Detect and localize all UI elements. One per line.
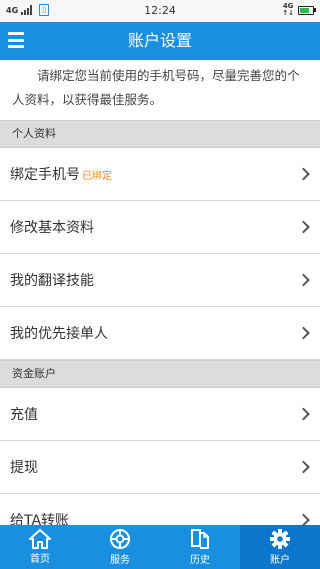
tab-history[interactable]: 历史 [160,525,240,569]
tab-label: 首页 [30,554,50,565]
tab-label: 历史 [190,555,210,566]
section-header-funds: 资金账户 [0,360,320,388]
section-header-personal: 个人资料 [0,120,320,148]
tab-home[interactable]: 首页 [0,525,80,569]
network-type-right: 4G ↑↓ [282,2,294,17]
status-right: 4G ↑↓ [282,2,316,17]
row-label: 修改基本资料 [10,220,94,236]
row-label: 我的翻译技能 [10,273,94,289]
row-recharge[interactable]: 充值 [0,388,320,441]
status-badge: 已绑定 [82,170,112,182]
chevron-right-icon [297,273,310,287]
service-icon [110,529,130,549]
chevron-right-icon [297,326,310,340]
row-edit-profile[interactable]: 修改基本资料 [0,201,320,254]
row-translation-skills[interactable]: 我的翻译技能 [0,254,320,307]
chevron-right-icon [297,220,310,234]
home-icon [29,529,51,549]
status-bar: 4G ▯ 12:24 4G ↑↓ [0,0,320,22]
tab-service[interactable]: 服务 [80,525,160,569]
chevron-right-icon [297,460,310,474]
status-time: 12:24 [144,4,176,17]
row-label: 绑定手机号 [10,167,80,183]
chevron-right-icon [297,407,310,421]
app-header: 账户设置 [0,22,320,60]
row-withdraw[interactable]: 提现 [0,441,320,494]
intro-text: 请绑定您当前使用的手机号码，尽量完善您的个人资料，以获得最佳服务。 [0,60,320,120]
row-preferred-translators[interactable]: 我的优先接单人 [0,307,320,360]
row-label: 我的优先接单人 [10,326,108,342]
battery-icon [298,5,316,15]
page-title: 账户设置 [127,31,192,50]
gear-icon [270,529,290,549]
history-icon [191,529,209,549]
tab-label: 服务 [110,555,130,566]
row-label: 提现 [10,460,38,476]
chevron-right-icon [297,167,310,181]
tab-label: 账户 [270,555,290,566]
tab-account[interactable]: 账户 [240,525,320,569]
bottom-tab-bar: 首页 服务 历史 账户 [0,525,320,569]
row-bind-phone[interactable]: 绑定手机号 已绑定 [0,148,320,201]
row-label: 充值 [10,407,38,423]
